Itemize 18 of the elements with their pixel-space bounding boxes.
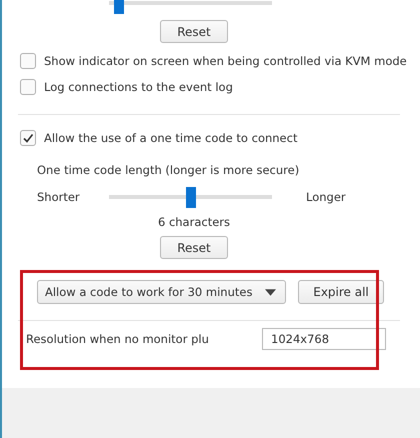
resolution-label: Resolution when no monitor plu [26,332,209,346]
slider-label: Shorter [37,190,81,204]
checkbox-label: Show indicator on screen when being controlled via KVM mode [44,54,407,68]
slider-label: Longer [305,190,346,204]
checkbox-label: Allow the use of a one time code to connect [44,131,298,145]
caret-icon [265,288,276,296]
reset-button[interactable]: Reset [160,20,228,43]
section-label: One time code length (longer is more secure) [36,162,300,179]
checkbox[interactable] [20,79,36,95]
checkbox[interactable] [20,53,36,69]
expire-all-button[interactable]: Expire all [298,280,384,304]
checkbox[interactable] [20,130,36,146]
reset-button[interactable]: Reset [160,236,228,259]
duration-dropdown[interactable]: Allow a code to work for 30 minutes [37,280,286,304]
slider-thumb[interactable] [186,186,196,208]
slider-value: 6 characters [158,214,230,231]
checkbox-label: Log connections to the event log [44,80,233,94]
resolution-field[interactable]: 1024x768 [262,328,386,350]
